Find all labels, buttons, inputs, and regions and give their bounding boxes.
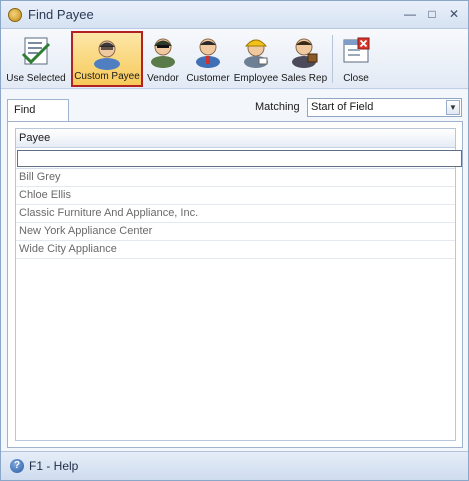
close-icon — [343, 37, 370, 63]
toolbar: Use Selected Custom Payee Vendor Custome… — [1, 29, 468, 89]
table-row[interactable]: New York Appliance Center — [16, 223, 455, 241]
customer-label: Customer — [186, 73, 230, 84]
use-selected-label: Use Selected — [6, 73, 66, 84]
minimize-button[interactable]: — — [401, 6, 419, 22]
matching-label: Matching — [255, 101, 300, 113]
close-window-button[interactable]: ✕ — [445, 6, 463, 22]
app-icon — [8, 8, 22, 22]
help-text: F1 - Help — [29, 459, 79, 473]
table-row[interactable]: Wide City Appliance — [16, 241, 455, 259]
sales-rep-button[interactable]: Sales Rep — [281, 31, 327, 87]
help-icon[interactable]: ? — [10, 459, 24, 473]
matching-selected-value: Start of Field — [311, 101, 374, 113]
employee-label: Employee — [233, 73, 279, 84]
use-selected-button[interactable]: Use Selected — [5, 31, 67, 87]
payee-filter-input[interactable] — [17, 150, 462, 167]
employee-button[interactable]: Employee — [233, 31, 279, 87]
vendor-button[interactable]: Vendor — [145, 31, 181, 87]
window-title: Find Payee — [28, 7, 94, 22]
status-bar: ? F1 - Help — [1, 451, 468, 480]
customer-button[interactable]: Customer — [185, 31, 231, 87]
toolbar-separator — [332, 35, 333, 83]
filter-row — [16, 148, 462, 169]
close-button[interactable]: Close — [337, 31, 375, 87]
employee-icon — [244, 39, 268, 68]
sales-rep-label: Sales Rep — [281, 73, 328, 84]
chevron-down-icon[interactable]: ▼ — [446, 100, 460, 115]
tab-find-payee[interactable]: Find Payee — [7, 99, 69, 136]
payee-grid: Payee Bill Grey Chloe Ellis Classic Furn… — [15, 128, 462, 441]
payee-rows: Bill Grey Chloe Ellis Classic Furniture … — [16, 169, 455, 259]
table-row[interactable]: Chloe Ellis — [16, 187, 455, 205]
use-selected-icon — [21, 37, 51, 65]
table-row[interactable]: Classic Furniture And Appliance, Inc. — [16, 205, 455, 223]
payee-column-header[interactable]: Payee — [16, 129, 455, 148]
table-row[interactable]: Bill Grey — [16, 169, 455, 187]
custom-payee-button[interactable]: Custom Payee — [71, 31, 143, 87]
sales-rep-icon — [292, 38, 318, 68]
main-area: Find Payee Matching Start of Field ▼ Pay… — [1, 90, 468, 451]
close-label: Close — [343, 73, 369, 84]
find-payee-panel: Payee Bill Grey Chloe Ellis Classic Furn… — [7, 121, 463, 448]
vendor-label: Vendor — [147, 73, 179, 84]
custom-payee-label: Custom Payee — [74, 71, 140, 82]
vendor-icon — [151, 38, 175, 68]
find-payee-window: Find Payee — □ ✕ Use Selected Custom Pay… — [0, 0, 469, 481]
title-bar: Find Payee — □ ✕ — [1, 1, 468, 29]
customer-icon — [196, 38, 220, 68]
maximize-button[interactable]: □ — [423, 6, 441, 22]
custom-payee-icon — [94, 40, 120, 70]
matching-select[interactable]: Start of Field ▼ — [307, 98, 462, 117]
